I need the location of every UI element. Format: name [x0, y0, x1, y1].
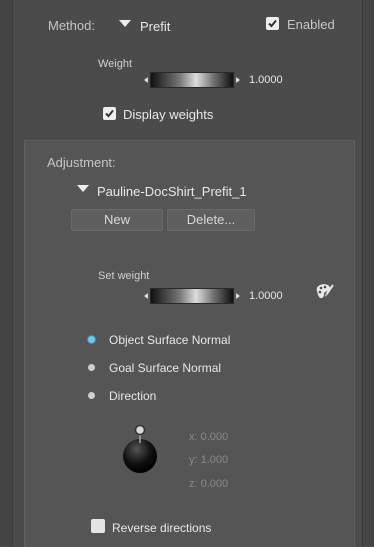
set-weight-slider[interactable] — [150, 288, 234, 304]
weight-slider[interactable] — [150, 72, 234, 88]
enabled-checkbox[interactable] — [266, 17, 279, 30]
goal-surface-normal-label[interactable]: Goal Surface Normal — [109, 361, 221, 375]
radio-goal-surface-normal[interactable] — [88, 364, 95, 371]
method-value[interactable]: Prefit — [140, 19, 170, 34]
weight-label: Weight — [98, 58, 133, 70]
direction-z-value: z: 0.000 — [189, 478, 229, 490]
direction-x-value: x: 0.000 — [189, 431, 229, 443]
weight-decrease-icon[interactable] — [144, 77, 148, 83]
set-weight-decrease-icon[interactable] — [144, 293, 148, 299]
reverse-directions-label: Reverse directions — [112, 521, 212, 535]
display-weights-label: Display weights — [123, 107, 214, 122]
radio-object-surface-normal[interactable] — [88, 336, 95, 343]
direction-y-value: y: 1.000 — [189, 454, 229, 466]
adjustment-dropdown-arrow-icon[interactable] — [77, 185, 89, 192]
weight-value[interactable]: 1.0000 — [249, 74, 283, 86]
adjustment-label: Adjustment: — [47, 155, 116, 170]
left-edge — [0, 0, 13, 546]
direction-label[interactable]: Direction — [109, 389, 156, 403]
method-label: Method: — [48, 18, 95, 33]
object-surface-normal-label[interactable]: Object Surface Normal — [109, 333, 230, 347]
weight-increase-icon[interactable] — [236, 77, 240, 83]
radio-direction[interactable] — [88, 392, 95, 399]
checkmark-icon — [105, 109, 114, 118]
checkmark-icon — [268, 19, 277, 28]
prefit-panel: Method: Prefit Enabled Weight 1.0000 Dis… — [0, 0, 374, 547]
new-button[interactable]: New — [71, 209, 163, 231]
method-dropdown-arrow-icon[interactable] — [119, 20, 131, 27]
display-weights-checkbox[interactable] — [103, 107, 116, 120]
set-weight-increase-icon[interactable] — [236, 293, 240, 299]
right-edge — [362, 0, 374, 546]
adjustment-name[interactable]: Pauline-DocShirt_Prefit_1 — [97, 184, 247, 199]
direction-sphere-icon[interactable] — [118, 423, 162, 475]
reverse-directions-checkbox[interactable] — [91, 519, 105, 533]
enabled-label: Enabled — [287, 17, 335, 32]
brush-icon[interactable] — [313, 281, 335, 301]
set-weight-value[interactable]: 1.0000 — [249, 290, 283, 302]
set-weight-label: Set weight — [98, 270, 150, 282]
delete-button[interactable]: Delete... — [167, 209, 255, 231]
